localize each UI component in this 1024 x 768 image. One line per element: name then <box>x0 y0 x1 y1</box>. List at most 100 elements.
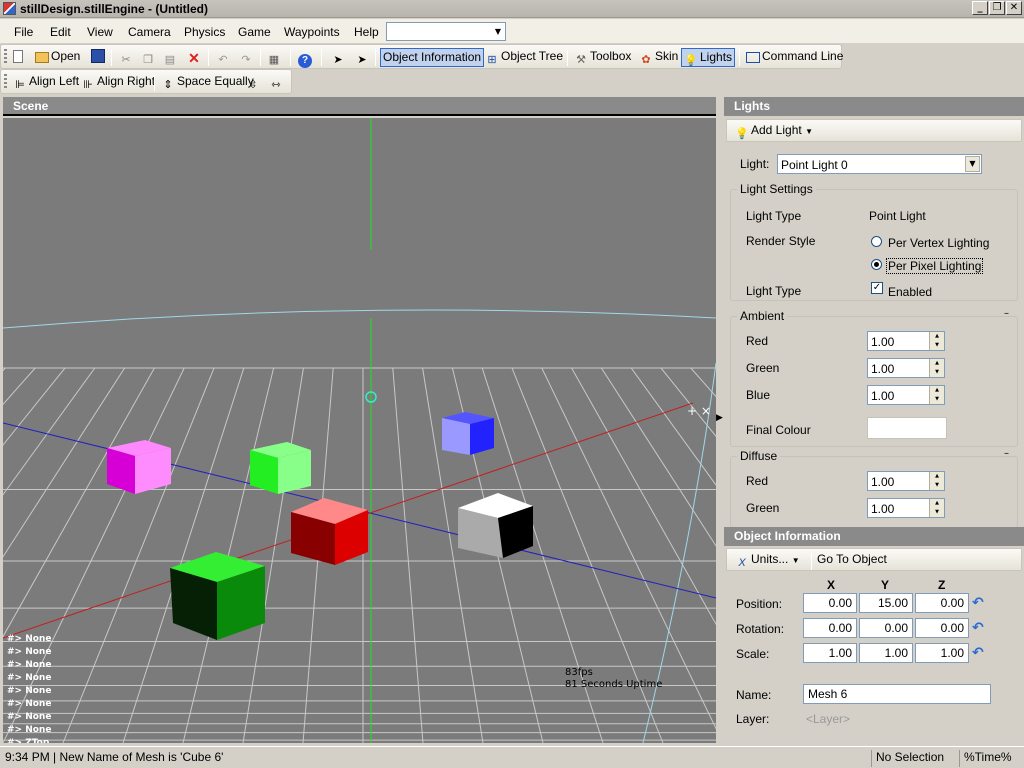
menu-help[interactable]: Help <box>354 25 379 39</box>
align-left-button[interactable]: ⊫ Align Left <box>11 73 81 92</box>
object-information-button[interactable]: Object Information <box>380 48 485 67</box>
scene-canvas: + × <box>3 118 716 743</box>
spin-arrows-icon[interactable]: ▲ ▼ <box>929 386 944 404</box>
units-button[interactable]: X Units... ▼ <box>733 551 802 570</box>
collapse-icon[interactable]: – <box>1004 448 1009 459</box>
position-z-field[interactable]: 0.00 <box>915 593 969 613</box>
properties-button[interactable]: ▦ <box>265 48 285 67</box>
ambient-blue-stepper[interactable]: 1.00 ▲ ▼ <box>867 385 945 405</box>
reset-position-icon[interactable]: ↶ <box>972 595 988 611</box>
final-colour-swatch[interactable] <box>867 417 947 439</box>
save-button[interactable] <box>89 48 109 67</box>
axis-marker: + × <box>687 404 711 418</box>
menu-combo-box[interactable]: ▼ <box>386 22 506 41</box>
move-select-button[interactable]: ➤ <box>353 48 373 67</box>
go-to-object-button[interactable]: Go To Object <box>815 551 889 570</box>
chevron-down-icon[interactable]: ▼ <box>491 23 505 40</box>
per-vertex-label[interactable]: Per Vertex Lighting <box>888 236 989 250</box>
diffuse-red-stepper[interactable]: 1.00 ▲ ▼ <box>867 471 945 491</box>
distribute-vertical-button[interactable]: ⇳ <box>244 73 264 92</box>
ambient-green-stepper[interactable]: 1.00 ▲ ▼ <box>867 358 945 378</box>
white-cube <box>458 493 533 558</box>
menu-camera[interactable]: Camera <box>128 25 171 39</box>
menu-waypoints[interactable]: Waypoints <box>284 25 340 39</box>
undo-button[interactable]: ↶ <box>214 48 234 67</box>
redo-button[interactable]: ↷ <box>237 48 257 67</box>
scene-viewport[interactable]: + × #> None #> None #> None #> None #> N… <box>3 118 716 743</box>
spin-arrows-icon[interactable]: ▲ ▼ <box>929 332 944 350</box>
menu-physics[interactable]: Physics <box>184 25 225 39</box>
toolbox-button[interactable]: ⚒ Toolbox <box>572 48 633 67</box>
distribute-horizontal-button[interactable]: ⇿ <box>267 73 287 92</box>
position-x-field[interactable]: 0.00 <box>803 593 857 613</box>
toolbar-separator <box>154 74 155 91</box>
enabled-label[interactable]: Enabled <box>888 285 932 299</box>
space-equally-button[interactable]: ⇕ Space Equally <box>159 73 256 92</box>
enabled-checkbox[interactable]: ✓ <box>871 282 883 294</box>
command-line-button[interactable]: Command Line <box>744 48 845 67</box>
align-right-button[interactable]: ⊪ Align Right <box>79 73 157 92</box>
per-pixel-radio[interactable] <box>871 259 882 270</box>
paste-button[interactable]: ▤ <box>161 48 181 67</box>
rotation-x-field[interactable]: 0.00 <box>803 618 857 638</box>
spin-arrows-icon[interactable]: ▲ ▼ <box>929 499 944 517</box>
light-select[interactable]: Point Light 0 ▼ <box>777 154 982 174</box>
spin-arrows-icon[interactable]: ▲ ▼ <box>929 472 944 490</box>
diffuse-red-value: 1.00 <box>871 475 895 489</box>
panel-expand-arrow-icon[interactable]: ▶ <box>716 413 723 423</box>
command-line-icon <box>746 52 760 63</box>
rotation-z-field[interactable]: 0.00 <box>915 618 969 638</box>
select-button[interactable]: ➤ <box>329 48 349 67</box>
chevron-down-icon[interactable]: ▼ <box>965 156 980 172</box>
add-light-button[interactable]: 💡 Add Light ▼ <box>733 122 815 141</box>
copy-button[interactable]: ❐ <box>139 48 159 67</box>
lights-panel-header: Lights <box>724 97 1024 116</box>
toolbox-label: Toolbox <box>590 49 632 63</box>
restore-button[interactable]: ❐ <box>989 1 1005 15</box>
menu-game[interactable]: Game <box>238 25 271 39</box>
scale-z-field[interactable]: 1.00 <box>915 643 969 663</box>
lights-button[interactable]: 💡 Lights <box>681 48 736 67</box>
align-right-icon: ⊪ <box>83 79 93 91</box>
menu-edit[interactable]: Edit <box>50 25 71 39</box>
collapse-icon[interactable]: – <box>1004 308 1009 319</box>
help-button[interactable]: ? <box>296 48 316 68</box>
toolbar-grip[interactable] <box>4 74 7 90</box>
tree-icon: ⊞ <box>487 54 497 66</box>
scale-x-field[interactable]: 1.00 <box>803 643 857 663</box>
units-label: Units... <box>751 552 789 566</box>
app-icon[interactable] <box>3 2 16 15</box>
cut-button[interactable]: ✂ <box>117 48 137 67</box>
ambient-title: Ambient <box>737 309 788 323</box>
horizon-curve <box>3 309 716 329</box>
fps-counter: 83fps <box>565 667 593 678</box>
reset-rotation-icon[interactable]: ↶ <box>972 620 988 636</box>
chevron-down-icon: ▼ <box>791 556 800 565</box>
menu-view[interactable]: View <box>87 25 113 39</box>
name-field[interactable]: Mesh 6 <box>803 684 991 704</box>
skin-button[interactable]: ✿ Skin <box>637 48 680 67</box>
spin-arrows-icon[interactable]: ▲ ▼ <box>929 359 944 377</box>
delete-button[interactable]: ✕ <box>185 48 205 67</box>
ambient-red-stepper[interactable]: 1.00 ▲ ▼ <box>867 331 945 351</box>
scale-label: Scale: <box>736 647 770 661</box>
align-left-icon: ⊫ <box>15 79 25 91</box>
scale-y-field[interactable]: 1.00 <box>859 643 913 663</box>
render-style-label: Render Style <box>746 234 816 248</box>
toolbar-grip[interactable] <box>4 49 7 65</box>
minimize-button[interactable]: _ <box>972 1 988 15</box>
lightbulb-icon: 💡 <box>684 55 698 67</box>
object-tree-button[interactable]: ⊞ Object Tree <box>483 48 565 67</box>
new-button[interactable] <box>11 48 27 67</box>
position-y-field[interactable]: 15.00 <box>859 593 913 613</box>
rotation-y-field[interactable]: 0.00 <box>859 618 913 638</box>
scene-header: Scene <box>3 97 716 116</box>
close-button[interactable]: ✕ <box>1006 1 1022 15</box>
reset-scale-icon[interactable]: ↶ <box>972 645 988 661</box>
menu-file[interactable]: File <box>14 25 33 39</box>
per-vertex-radio[interactable] <box>871 236 882 247</box>
layer-field[interactable]: <Layer> <box>806 712 850 726</box>
per-pixel-label[interactable]: Per Pixel Lighting <box>886 258 984 274</box>
open-button[interactable]: Open <box>33 48 82 67</box>
diffuse-green-stepper[interactable]: 1.00 ▲ ▼ <box>867 498 945 518</box>
